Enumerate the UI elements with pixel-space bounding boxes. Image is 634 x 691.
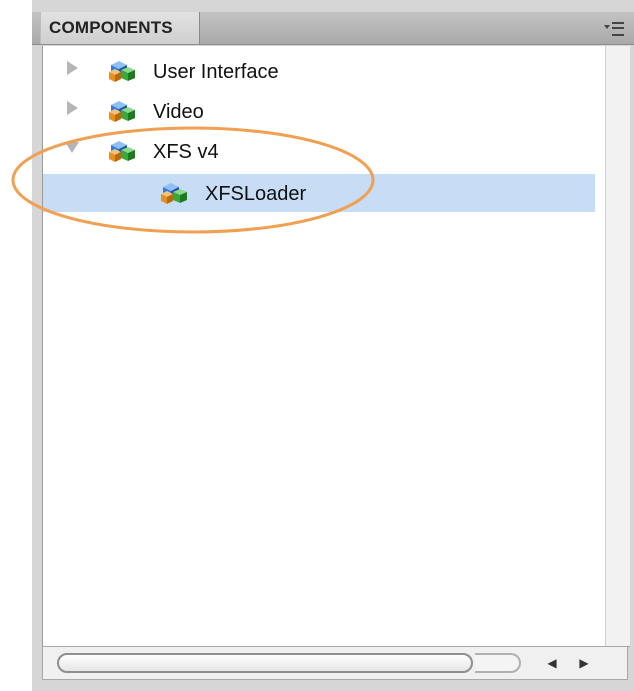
tree-item-xfs-v4[interactable]: XFS v4 [43,136,595,174]
tab-components[interactable]: COMPONENTS [40,12,200,44]
horizontal-scroll-thumb[interactable] [57,653,473,673]
horizontal-scrollbar[interactable]: ◀ ▶ [42,646,628,680]
tree-item-label: XFSLoader [205,183,307,205]
dropdown-triangle-icon [604,25,610,29]
collapse-arrow-icon[interactable] [65,142,79,153]
tree-item-xfsloader[interactable]: XFSLoader [43,174,595,212]
scroll-left-arrow-icon[interactable]: ◀ [543,654,561,672]
tree-item-user-interface[interactable]: User Interface [43,56,595,94]
horizontal-scroll-track-end [475,653,521,673]
expand-arrow-icon[interactable] [67,101,78,115]
panel-menu-icon[interactable] [602,18,624,38]
tab-label: COMPONENTS [49,18,173,37]
component-cube-icon [109,141,135,162]
vertical-scrollbar-track[interactable] [605,46,630,646]
component-cube-icon [109,101,135,122]
hamburger-icon [612,22,624,36]
panel-tab-bar: COMPONENTS [32,12,634,45]
scroll-right-arrow-icon[interactable]: ▶ [575,654,593,672]
expand-arrow-icon[interactable] [67,61,78,75]
tree-item-label: Video [153,101,204,123]
components-panel: COMPONENTS User Interface Video XFS v4 X… [32,0,634,691]
tree-item-label: User Interface [153,61,279,83]
component-cube-icon [109,61,135,82]
component-cube-icon [161,183,187,204]
component-tree: User Interface Video XFS v4 XFSLoader [42,46,630,647]
outer-margin [0,0,32,691]
tree-item-label: XFS v4 [153,141,219,163]
tree-item-video[interactable]: Video [43,96,595,134]
